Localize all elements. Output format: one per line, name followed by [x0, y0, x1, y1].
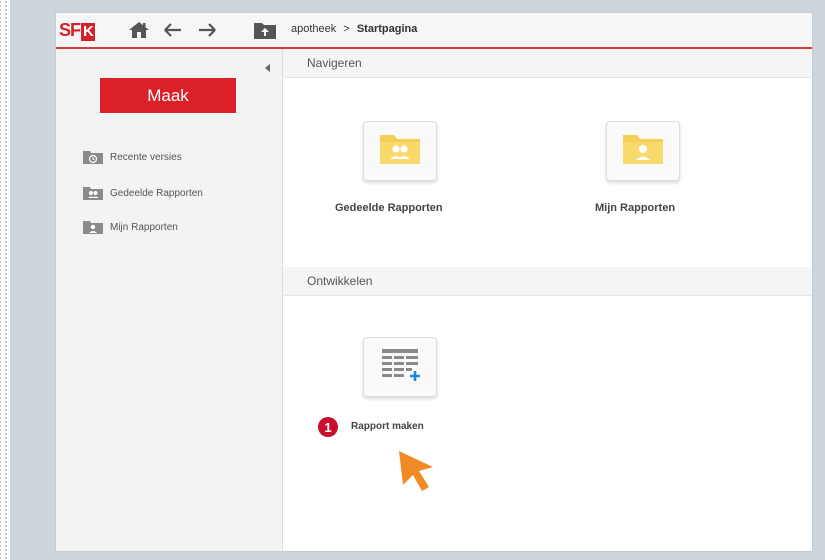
app-window: SF K apotheek > Startpagina Maak Recente… [55, 12, 813, 552]
shared-folder-icon [378, 132, 422, 170]
dotted-border [0, 0, 10, 560]
report-add-icon [378, 347, 422, 387]
breadcrumb-current: Startpagina [356, 23, 418, 35]
mouse-cursor-arrow-icon [393, 447, 441, 499]
tile-my-reports[interactable] [606, 121, 680, 181]
section-heading-develop: Ontwikkelen [283, 267, 812, 296]
tile-label-create-report[interactable]: Rapport maken [351, 421, 424, 432]
sidebar-item-label: Mijn Rapporten [110, 221, 178, 233]
tile-shared-reports[interactable] [363, 121, 437, 181]
breadcrumb-separator: > [343, 23, 350, 35]
sidebar-item-label: Recente versies [110, 151, 182, 163]
create-button[interactable]: Maak [100, 78, 236, 113]
section-heading-navigate: Navigeren [283, 49, 812, 78]
user-folder-icon [82, 219, 104, 235]
user-folder-icon [621, 132, 665, 170]
breadcrumb: apotheek > Startpagina [291, 23, 417, 35]
recent-folder-icon [82, 149, 104, 165]
home-icon[interactable] [126, 17, 152, 43]
main-content: Navigeren Gedeelde Rapporten Mijn Rappor… [283, 49, 812, 551]
sidebar-item-recent-versions[interactable]: Recente versies [82, 148, 182, 166]
forward-arrow-icon[interactable] [194, 17, 220, 43]
breadcrumb-root[interactable]: apotheek [291, 23, 336, 35]
sfk-logo: SF K [59, 20, 95, 41]
tile-label-shared-reports[interactable]: Gedeelde Rapporten [335, 202, 443, 214]
tile-label-my-reports[interactable]: Mijn Rapporten [595, 202, 675, 214]
tile-create-report[interactable] [363, 337, 437, 397]
back-arrow-icon[interactable] [160, 17, 186, 43]
sidebar-item-my-reports[interactable]: Mijn Rapporten [82, 218, 178, 236]
sidebar-item-shared-reports[interactable]: Gedeelde Rapporten [82, 184, 203, 202]
sidebar-item-label: Gedeelde Rapporten [110, 187, 203, 199]
top-toolbar: SF K apotheek > Startpagina [56, 13, 812, 49]
folder-up-icon[interactable] [252, 17, 278, 43]
step-badge: 1 [318, 417, 338, 437]
shared-folder-icon [82, 185, 104, 201]
sidebar: Maak Recente versies Gedeelde Rapporten … [56, 49, 283, 551]
collapse-sidebar-icon[interactable] [264, 57, 274, 72]
